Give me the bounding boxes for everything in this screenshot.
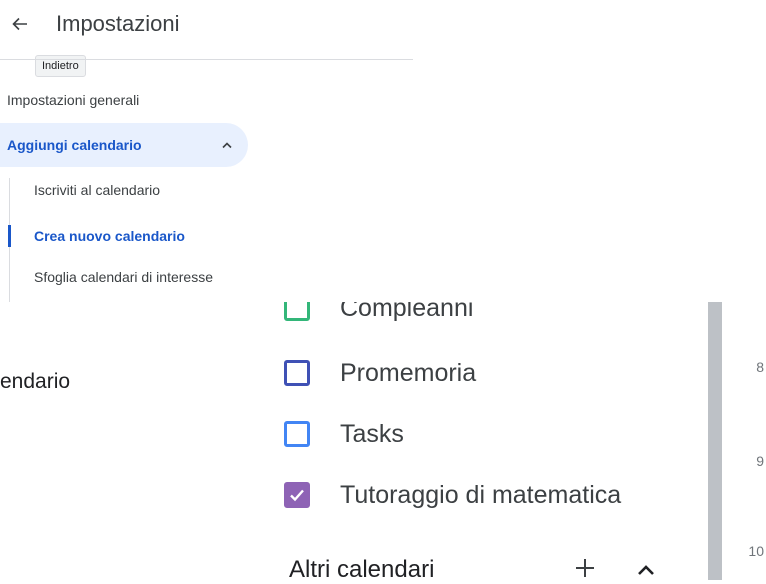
scrollbar[interactable] [708, 302, 722, 580]
header-divider [0, 59, 413, 60]
calendar-checkbox[interactable] [284, 302, 310, 321]
page-title: Impostazioni [56, 11, 180, 36]
calendar-label: Promemoria [340, 358, 477, 387]
calendar-item-math-tutoring[interactable]: Tutoraggio di matematica [284, 475, 621, 515]
chevron-up-icon[interactable] [219, 137, 235, 153]
calendar-label: Compleanni [340, 302, 474, 322]
hour-label: 9 [756, 453, 764, 469]
add-other-calendar-button[interactable] [569, 552, 601, 584]
calendar-checkbox[interactable] [284, 360, 310, 386]
subnav-item-subscribe[interactable]: Iscriviti al calendario [34, 180, 160, 200]
calendar-checkbox[interactable] [284, 421, 310, 447]
calendar-checkbox[interactable] [284, 482, 310, 508]
subnav-item-browse-calendars[interactable]: Sfoglia calendari di interesse [34, 268, 214, 302]
calendar-label: Tasks [340, 419, 404, 448]
plus-icon [576, 559, 594, 577]
calendar-title-fragment: endario [0, 370, 71, 393]
my-calendars-list: Compleanni Promemoria Tasks Tutoraggio d… [284, 302, 704, 580]
subnav-active-indicator [8, 225, 11, 247]
check-icon [290, 489, 304, 502]
hour-label: 8 [756, 359, 764, 375]
back-button[interactable] [4, 8, 36, 40]
calendar-item-birthdays[interactable]: Compleanni [284, 302, 473, 328]
calendar-item-tasks[interactable]: Tasks [284, 414, 404, 454]
subnav-item-create-calendar[interactable]: Crea nuovo calendario [34, 226, 185, 246]
nav-item-general-settings[interactable]: Impostazioni generali [7, 90, 139, 110]
arrow-left-icon [12, 17, 27, 31]
nav-item-add-calendar[interactable]: Aggiungi calendario [0, 123, 248, 167]
calendar-label: Tutoraggio di matematica [340, 480, 622, 509]
hour-label: 10 [748, 543, 764, 559]
chevron-up-icon [638, 565, 654, 575]
calendar-item-reminders[interactable]: Promemoria [284, 353, 476, 393]
nav-item-add-calendar-label: Aggiungi calendario [7, 137, 142, 153]
